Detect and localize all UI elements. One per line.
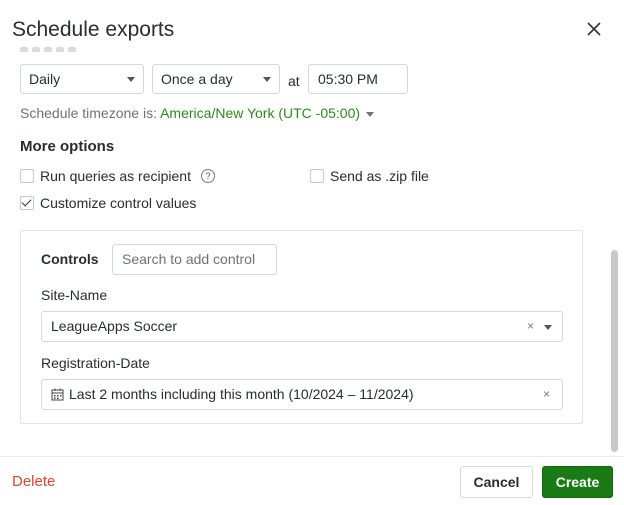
customize-checkbox[interactable]: [20, 196, 34, 210]
clipped-section-label: [20, 40, 110, 52]
site-name-label: Site-Name: [41, 287, 108, 303]
chevron-down-icon: [544, 325, 552, 330]
control-search-input[interactable]: Search to add control: [112, 244, 277, 275]
scrollbar-thumb[interactable]: [611, 250, 618, 452]
chevron-down-icon: [366, 111, 375, 117]
run-queries-label: Run queries as recipient: [40, 168, 191, 184]
frequency-value: Daily: [29, 71, 61, 87]
help-icon[interactable]: ?: [200, 169, 215, 183]
customize-label: Customize control values: [40, 195, 197, 211]
frequency-select[interactable]: Daily: [20, 64, 144, 94]
registration-date-label: Registration-Date: [41, 355, 150, 371]
timezone-prefix: Schedule timezone is:: [20, 105, 157, 121]
delete-button[interactable]: Delete: [12, 473, 55, 490]
dialog-title: Schedule exports: [12, 18, 175, 41]
dialog-footer: Delete Cancel Create: [0, 456, 624, 505]
timezone-value: America/New York (UTC -05:00): [160, 105, 361, 121]
site-name-select[interactable]: LeagueApps Soccer ×: [41, 311, 563, 342]
run-queries-checkbox-row: Run queries as recipient ?: [20, 168, 215, 184]
cancel-button[interactable]: Cancel: [460, 466, 533, 498]
send-zip-label: Send as .zip file: [330, 168, 429, 184]
timezone-link[interactable]: America/New York (UTC -05:00): [160, 105, 375, 121]
interval-value: Once a day: [161, 71, 233, 87]
controls-label: Controls: [41, 251, 99, 267]
registration-date-picker[interactable]: Last 2 months including this month (10/2…: [41, 379, 563, 410]
site-name-value: LeagueApps Soccer: [51, 318, 178, 334]
interval-select[interactable]: Once a day: [152, 64, 280, 94]
customize-checkbox-row: Customize control values: [20, 195, 196, 211]
more-options-heading: More options: [20, 138, 115, 155]
chevron-down-icon: [263, 77, 271, 82]
controls-panel: Controls Search to add control Site-Name…: [20, 230, 583, 424]
chevron-down-icon: [127, 77, 135, 82]
send-zip-checkbox[interactable]: [310, 169, 324, 183]
time-input[interactable]: 05:30 PM: [308, 64, 408, 94]
close-icon[interactable]: [583, 18, 605, 40]
run-queries-checkbox[interactable]: [20, 169, 34, 183]
schedule-exports-dialog: Schedule exports Daily Once a day at 05:…: [0, 0, 624, 505]
dialog-body: Daily Once a day at 05:30 PM Schedule ti…: [0, 40, 610, 456]
clear-icon[interactable]: ×: [543, 380, 550, 409]
registration-date-value: Last 2 months including this month (10/2…: [69, 386, 414, 402]
clear-icon[interactable]: ×: [527, 312, 534, 341]
create-button[interactable]: Create: [542, 466, 613, 498]
timezone-row: Schedule timezone is: America/New York (…: [20, 105, 375, 121]
send-zip-checkbox-row: Send as .zip file: [310, 168, 429, 184]
at-label: at: [288, 73, 300, 89]
calendar-icon: [51, 388, 64, 401]
